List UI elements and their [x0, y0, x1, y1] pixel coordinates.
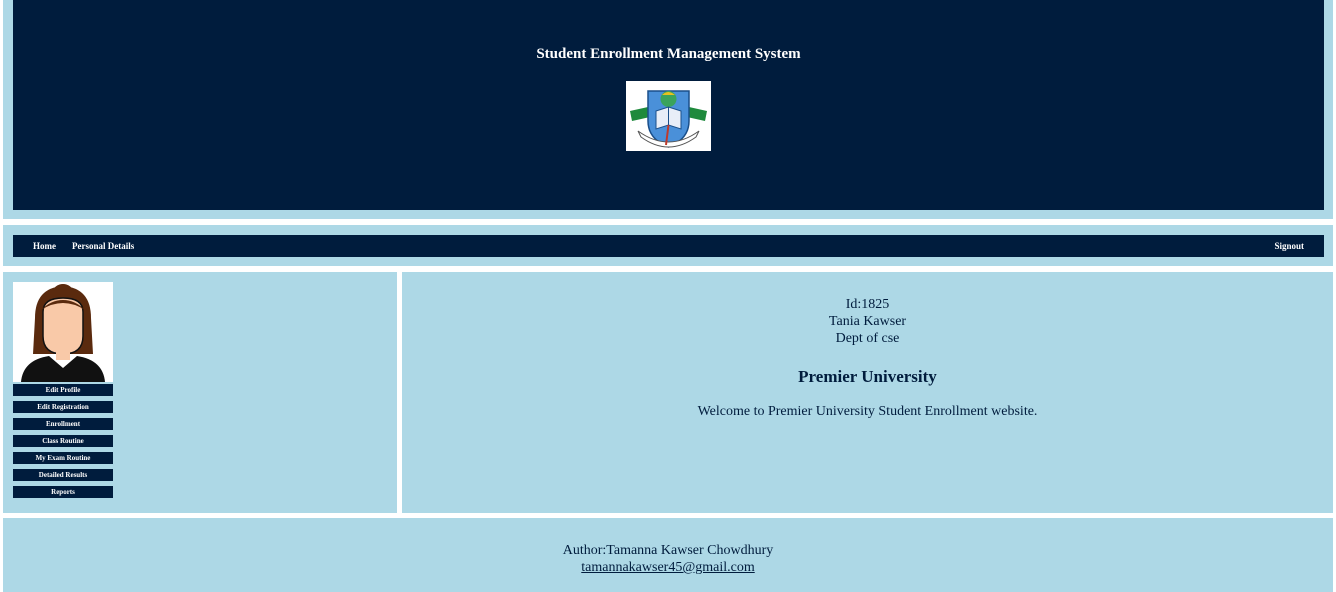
email-link[interactable]: tamannakawser45@gmail.com: [581, 560, 754, 575]
sidebar: Edit Profile Edit Registration Enrollmen…: [3, 272, 397, 513]
student-id: Id:1825: [845, 297, 890, 312]
student-name: Tania Kawser: [828, 314, 907, 329]
welcome-message: Welcome to Premier University Student En…: [697, 404, 1038, 419]
detailed-results-button[interactable]: Detailed Results: [13, 469, 113, 481]
author-text: Author:Tamanna Kawser Chowdhury: [562, 543, 774, 558]
header-banner: Student Enrollment Management System: [13, 0, 1324, 210]
class-routine-button[interactable]: Class Routine: [13, 435, 113, 447]
nav-section: Home Personal Details Signout: [3, 225, 1333, 266]
nav-signout-link[interactable]: Signout: [1274, 241, 1304, 251]
nav-home-link[interactable]: Home: [33, 241, 56, 251]
site-title: Student Enrollment Management System: [536, 46, 801, 62]
email-container: tamannakawser45@gmail.com: [3, 560, 1333, 576]
female-avatar-icon: [13, 282, 113, 382]
footer: Author:Tamanna Kawser Chowdhury tamannak…: [3, 518, 1333, 592]
reports-button[interactable]: Reports: [13, 486, 113, 498]
header-section: Student Enrollment Management System: [3, 0, 1333, 219]
nav-bar: Home Personal Details Signout: [13, 235, 1324, 257]
university-heading: Premier University: [798, 367, 937, 386]
enrollment-button[interactable]: Enrollment: [13, 418, 113, 430]
nav-personal-details-link[interactable]: Personal Details: [72, 241, 134, 251]
student-dept: Dept of cse: [835, 331, 900, 346]
edit-registration-button[interactable]: Edit Registration: [13, 401, 113, 413]
exam-routine-button[interactable]: My Exam Routine: [13, 452, 113, 464]
edit-profile-button[interactable]: Edit Profile: [13, 384, 113, 396]
university-logo-icon: [626, 81, 711, 151]
main-content: Id:1825 Tania Kawser Dept of cse Premier…: [402, 272, 1333, 513]
